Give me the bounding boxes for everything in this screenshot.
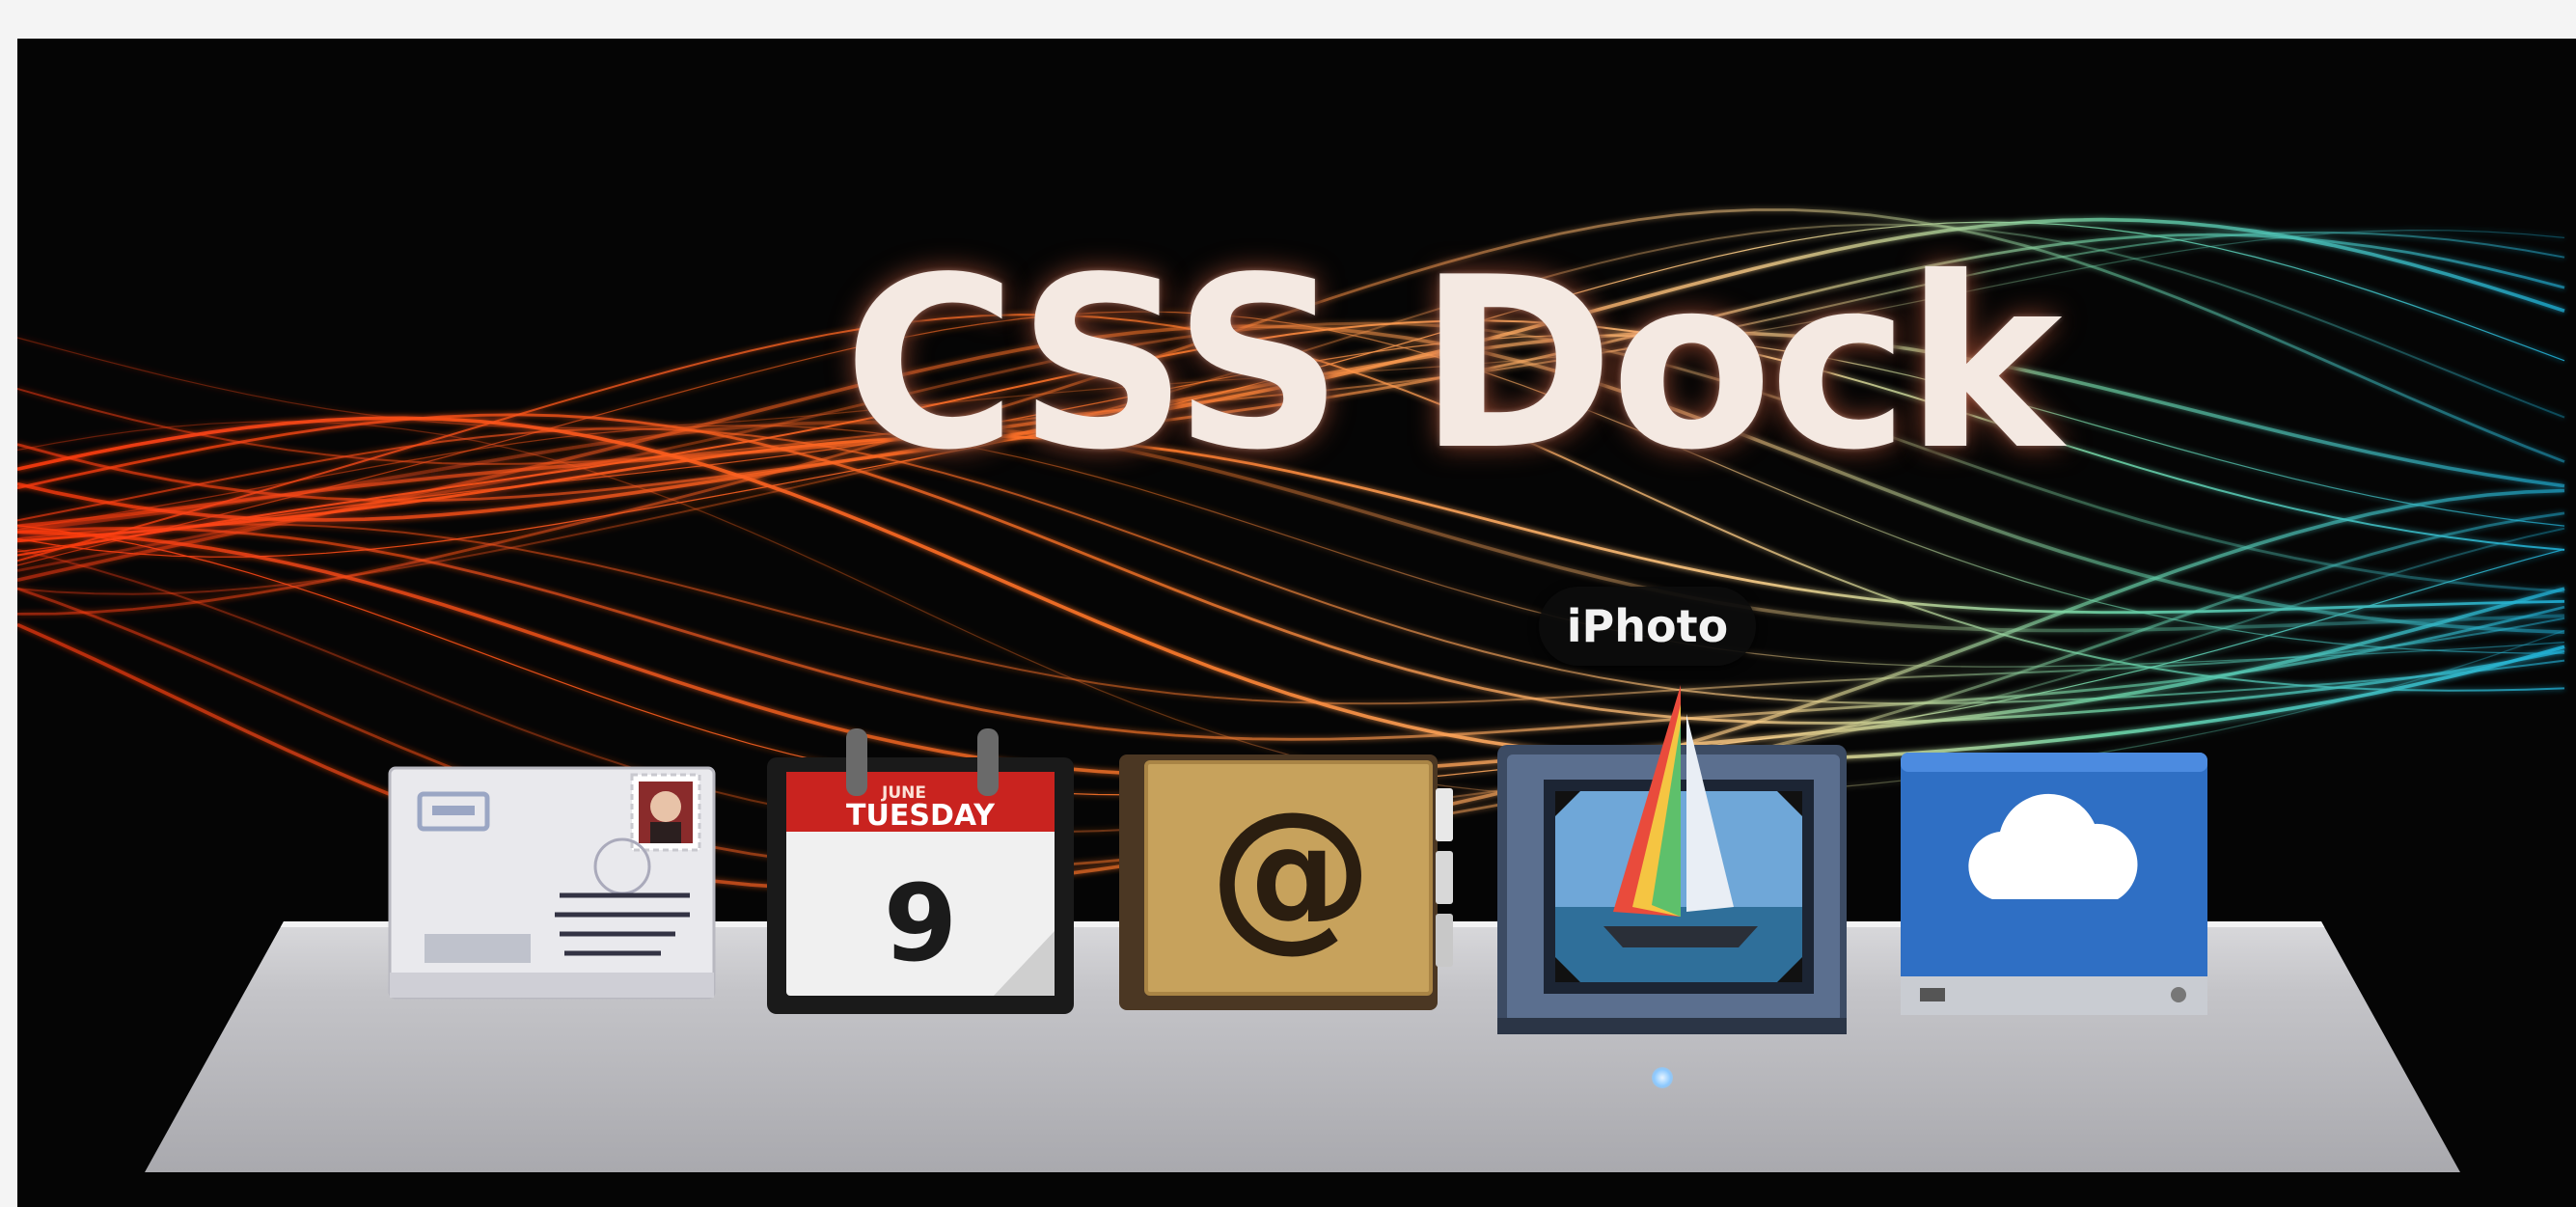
mail-envelope-icon <box>388 766 716 1000</box>
icloud-drive-icon <box>1901 753 2207 1015</box>
dock-item-icloud[interactable] <box>1901 753 2207 1015</box>
calendar-day-number: 9 <box>884 862 958 985</box>
dock-item-mail[interactable] <box>386 751 719 1016</box>
calendar-weekday-label: TUESDAY <box>846 799 996 833</box>
iphoto-icon <box>1497 685 1847 1034</box>
dock-item-iphoto[interactable] <box>1497 685 1847 1037</box>
light-wave <box>17 523 2565 705</box>
dock-item-contacts[interactable]: @ <box>1119 745 1457 1020</box>
page-title: CSS Dock <box>843 227 2062 502</box>
calendar-icon: JUNE TUESDAY 9 <box>767 728 1074 1014</box>
at-sign-glyph: @ <box>1209 777 1373 968</box>
dock-tooltip: iPhoto <box>1539 587 1756 666</box>
address-book-icon: @ <box>1119 754 1453 1010</box>
dock-item-ical[interactable]: JUNE TUESDAY 9 <box>767 728 1074 1018</box>
running-indicator <box>1652 1067 1673 1088</box>
